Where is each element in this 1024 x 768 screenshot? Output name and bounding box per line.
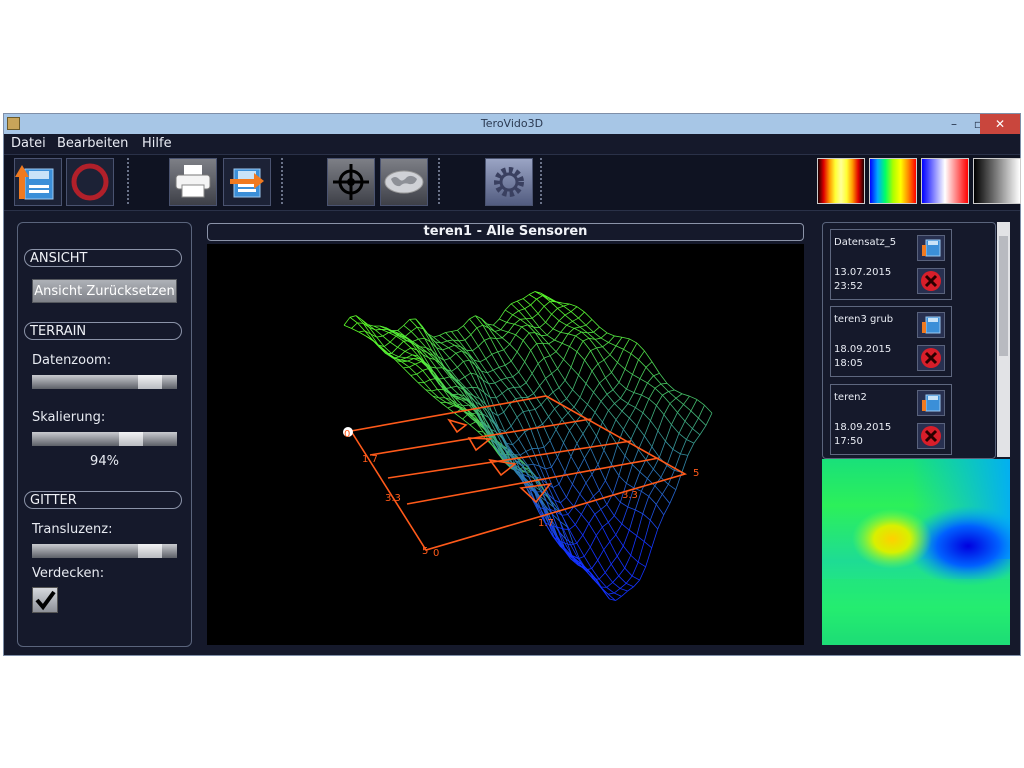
heatmap-preview[interactable]	[822, 459, 1010, 645]
dataset-entry[interactable]: teren3 grub 18.09.2015 18:05	[830, 306, 952, 377]
settings-icon	[494, 167, 524, 197]
terrain-mesh	[343, 291, 713, 601]
open-button[interactable]	[14, 158, 62, 206]
toolbar-separator	[281, 158, 283, 206]
axis-label: 5	[422, 546, 428, 557]
delete-icon	[921, 348, 941, 368]
delete-icon	[921, 271, 941, 291]
3d-viewport[interactable]: 0 1.7 3.3 5 3.3 1.7 5 0	[207, 244, 804, 645]
window-title: TeroVido3D	[480, 117, 544, 130]
translucency-thumb[interactable]	[138, 544, 162, 558]
palette-heat[interactable]	[817, 158, 865, 204]
translucency-slider[interactable]	[32, 544, 177, 558]
export-icon	[230, 168, 264, 198]
toolbar-separator	[127, 158, 129, 206]
title-bar[interactable]: TeroVido3D – ▫ ✕	[4, 114, 1020, 134]
translucency-label: Transluzenz:	[32, 522, 113, 537]
scaling-value: 94%	[90, 454, 119, 469]
dataset-name: Datensatz_5	[834, 237, 897, 248]
dataset-date: 13.07.2015 23:52	[834, 267, 892, 292]
print-icon	[175, 165, 211, 198]
toolbar-separator	[540, 158, 542, 206]
target-icon	[333, 164, 369, 200]
scaling-slider[interactable]	[32, 432, 177, 446]
checkmark-icon	[35, 590, 56, 611]
hide-label: Verdecken:	[32, 566, 105, 581]
viewport-title: teren1 - Alle Sensoren	[207, 223, 804, 241]
palette-bluewhitered[interactable]	[921, 158, 969, 204]
menu-datei[interactable]: Datei	[11, 136, 46, 151]
load-dataset-button[interactable]	[917, 235, 945, 261]
terrain-render: 0 1.7 3.3 5 3.3 1.7 5 0	[343, 291, 713, 601]
delete-dataset-button[interactable]	[917, 423, 945, 449]
dataset-name: teren2	[834, 392, 867, 403]
load-dataset-button[interactable]	[917, 390, 945, 416]
target-button[interactable]	[327, 158, 375, 206]
scaling-thumb[interactable]	[119, 432, 143, 446]
data-zoom-slider[interactable]	[32, 375, 177, 389]
load-dataset-button[interactable]	[917, 312, 945, 338]
axis-label: 1.7	[362, 454, 378, 465]
print-button[interactable]	[169, 158, 217, 206]
map-icon	[384, 170, 424, 194]
load-icon	[922, 394, 941, 412]
section-gitter: GITTER	[24, 491, 182, 509]
load-icon	[922, 316, 941, 334]
delete-dataset-button[interactable]	[917, 345, 945, 371]
app-window: TeroVido3D – ▫ ✕ Datei Bearbeiten Hilfe	[3, 113, 1021, 656]
scrollbar-thumb[interactable]	[999, 236, 1008, 356]
menu-bar: Datei Bearbeiten Hilfe	[4, 134, 1020, 154]
axis-label: 3.3	[385, 493, 401, 504]
dataset-entry[interactable]: Datensatz_5 13.07.2015 23:52	[830, 229, 952, 300]
dataset-entry[interactable]: teren2 18.09.2015 17:50	[830, 384, 952, 455]
load-icon	[922, 239, 941, 257]
axis-label: 1.7	[538, 518, 554, 529]
section-terrain: TERRAIN	[24, 322, 182, 340]
map-button[interactable]	[380, 158, 428, 206]
section-ansicht: ANSICHT	[24, 249, 182, 267]
heatmap-image	[822, 459, 1010, 645]
dataset-list: Datensatz_5 13.07.2015 23:52 teren3 grub 18.…	[822, 222, 996, 459]
scaling-label: Skalierung:	[32, 410, 106, 425]
delete-dataset-button[interactable]	[917, 268, 945, 294]
record-button[interactable]	[66, 158, 114, 206]
close-window-button[interactable]: ✕	[980, 114, 1020, 134]
menu-bearbeiten[interactable]: Bearbeiten	[57, 136, 128, 151]
minimize-button[interactable]: –	[941, 114, 967, 134]
control-panel: ANSICHT Ansicht Zurücksetzen TERRAIN Dat…	[17, 222, 192, 647]
axis-label: 5	[693, 468, 699, 479]
export-button[interactable]	[223, 158, 271, 206]
open-icon	[15, 165, 54, 200]
toolbar	[4, 154, 1021, 211]
palette-grayscale[interactable]	[973, 158, 1021, 204]
dataset-scrollbar[interactable]	[997, 222, 1010, 457]
axis-label: 3.3	[622, 490, 638, 501]
axis-label: 0	[344, 429, 350, 440]
toolbar-separator	[438, 158, 440, 206]
reset-view-button[interactable]: Ansicht Zurücksetzen	[32, 279, 177, 303]
menu-hilfe[interactable]: Hilfe	[142, 136, 172, 151]
record-icon	[71, 163, 109, 201]
dataset-name: teren3 grub	[834, 314, 894, 325]
palette-rainbow[interactable]	[869, 158, 917, 204]
data-zoom-thumb[interactable]	[138, 375, 162, 389]
hide-checkbox[interactable]	[32, 587, 58, 613]
axis-label: 0	[433, 548, 439, 559]
settings-button[interactable]	[485, 158, 533, 206]
data-zoom-label: Datenzoom:	[32, 353, 112, 368]
dataset-date: 18.09.2015 18:05	[834, 344, 892, 369]
dataset-date: 18.09.2015 17:50	[834, 422, 892, 447]
delete-icon	[921, 426, 941, 446]
